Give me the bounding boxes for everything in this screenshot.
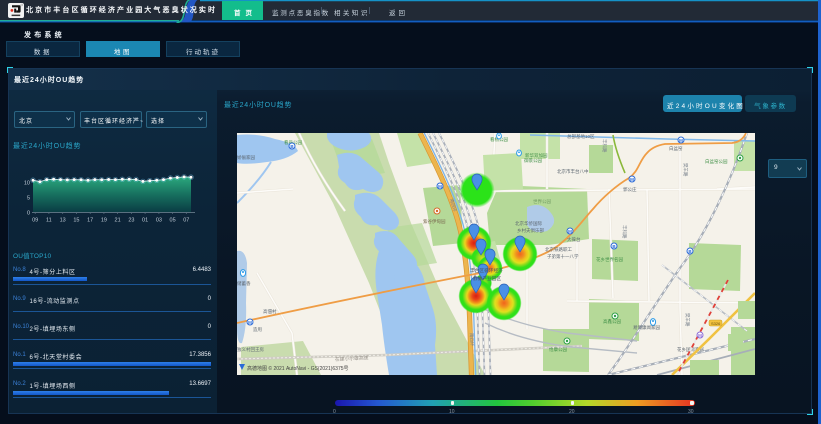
svg-text:M: M bbox=[698, 333, 702, 338]
svg-text:M: M bbox=[679, 138, 683, 143]
svg-text:5: 5 bbox=[27, 196, 30, 202]
svg-text:10: 10 bbox=[24, 181, 30, 187]
svg-text:07: 07 bbox=[183, 218, 189, 224]
svg-text:怡康公园: 怡康公园 bbox=[549, 346, 567, 353]
svg-text:01: 01 bbox=[142, 218, 148, 224]
svg-text:樊羊路: 樊羊路 bbox=[684, 313, 691, 327]
svg-text:高德地图 © 2021 AutoNavi - GS(2021: 高德地图 © 2021 AutoNavi - GS(2021)6375号 bbox=[247, 365, 349, 372]
svg-text:北京华侨国际: 北京华侨国际 bbox=[515, 220, 542, 227]
svg-text:大葆台: 大葆台 bbox=[567, 236, 581, 243]
svg-text:储蓄香: 储蓄香 bbox=[237, 280, 251, 287]
svg-text:丰台区循环经济: 丰台区循环经济 bbox=[470, 267, 503, 274]
svg-text:乡村夫俱乐部: 乡村夫俱乐部 bbox=[517, 227, 544, 234]
svg-text:白盆窑公园: 白盆窑公园 bbox=[705, 158, 728, 165]
svg-text:M: M bbox=[438, 184, 442, 189]
svg-text:静脉产业园区: 静脉产业园区 bbox=[473, 275, 501, 282]
svg-text:御景公园: 御景公园 bbox=[524, 157, 542, 164]
svg-text:独义村回王房: 独义村回王房 bbox=[237, 346, 264, 353]
svg-text:易俱康闻家园: 易俱康闻家园 bbox=[633, 324, 660, 331]
svg-text:世界公园: 世界公园 bbox=[533, 198, 551, 205]
svg-text:高鑫公园: 高鑫公园 bbox=[603, 318, 621, 325]
svg-text:M: M bbox=[568, 229, 572, 234]
svg-text:M: M bbox=[630, 177, 634, 182]
svg-text:花乡世界名园: 花乡世界名园 bbox=[596, 256, 623, 263]
svg-text:北京铁路职工: 北京铁路职工 bbox=[545, 246, 572, 253]
svg-text:子弟第十一八学: 子弟第十一八学 bbox=[547, 253, 579, 260]
svg-text:郭公庄: 郭公庄 bbox=[623, 186, 637, 193]
svg-text:13: 13 bbox=[60, 218, 66, 224]
svg-text:15: 15 bbox=[73, 218, 79, 224]
svg-text:11: 11 bbox=[46, 218, 52, 224]
svg-text:17: 17 bbox=[87, 218, 93, 224]
svg-text:M: M bbox=[248, 320, 252, 325]
svg-text:樊羊路: 樊羊路 bbox=[682, 163, 689, 177]
svg-text:丰科路: 丰科路 bbox=[621, 225, 628, 239]
svg-text:丰科路: 丰科路 bbox=[601, 139, 608, 153]
svg-text:高佃村: 高佃村 bbox=[263, 308, 277, 315]
svg-text:05: 05 bbox=[170, 218, 176, 224]
svg-text:S326: S326 bbox=[711, 321, 721, 326]
svg-text:北京市丰台八中: 北京市丰台八中 bbox=[557, 168, 589, 175]
svg-text:09: 09 bbox=[32, 218, 38, 224]
svg-text:03: 03 bbox=[156, 218, 162, 224]
svg-text:白盆窑: 白盆窑 bbox=[669, 145, 683, 152]
svg-text:造甩: 造甩 bbox=[253, 326, 262, 333]
svg-text:19: 19 bbox=[101, 218, 107, 224]
svg-text:23: 23 bbox=[128, 218, 134, 224]
svg-text:娇俪家园: 娇俪家园 bbox=[237, 154, 255, 161]
svg-text:紫谷伊甸园: 紫谷伊甸园 bbox=[423, 218, 446, 225]
svg-text:21: 21 bbox=[115, 218, 121, 224]
svg-text:总部基地10区: 总部基地10区 bbox=[567, 133, 595, 140]
svg-text:0: 0 bbox=[27, 211, 30, 217]
